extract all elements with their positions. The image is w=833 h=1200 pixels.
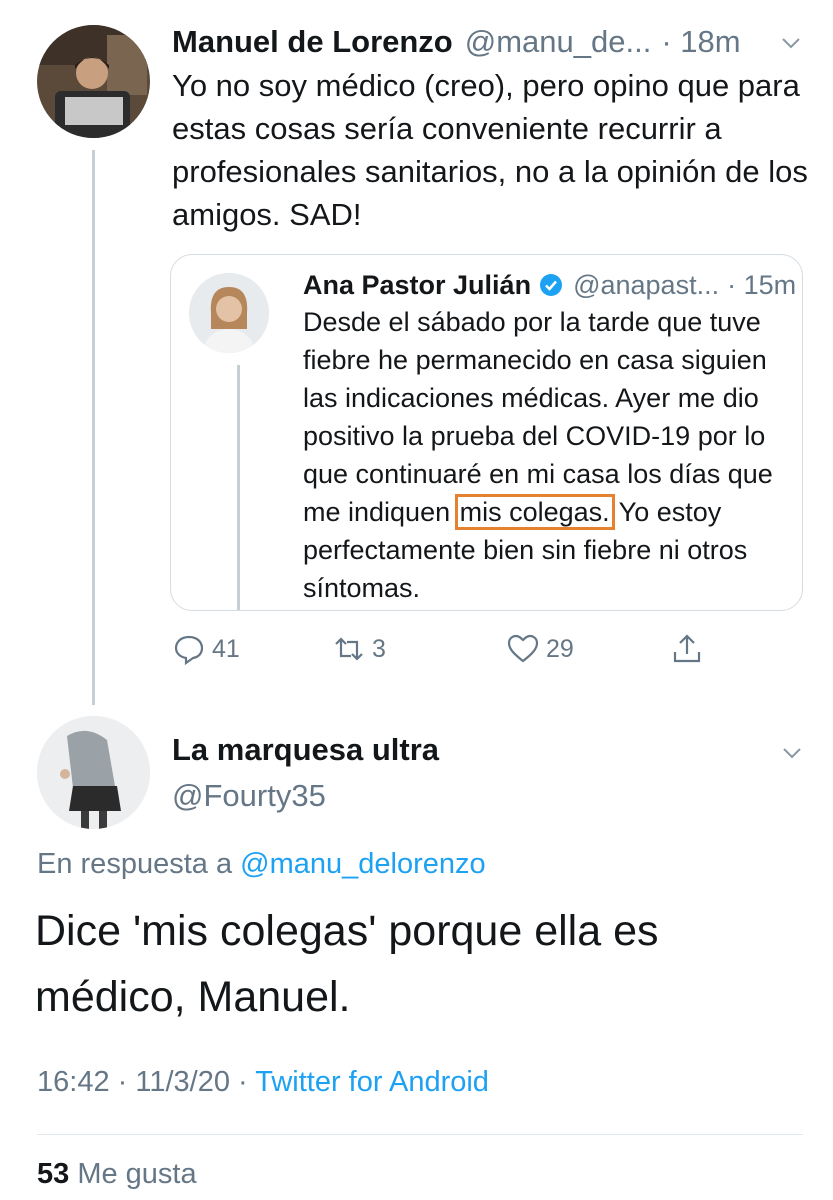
- quoted-header: Ana Pastor Julián @anapast... · 15m: [303, 265, 796, 305]
- reply-icon: [174, 635, 204, 666]
- tweet-text: Yo no soy médico (creo), pero opino que …: [172, 68, 808, 232]
- reply-meta: 16:42 · 11/3/20 · Twitter for Android: [37, 1066, 489, 1099]
- like-count: 29: [546, 634, 574, 663]
- quoted-text: Desde el sábado por la tarde que tuve fi…: [303, 303, 802, 607]
- highlighted-phrase: mis colegas.: [454, 494, 615, 530]
- reply-button[interactable]: 41: [172, 628, 240, 670]
- quoted-time: · 15m: [727, 269, 797, 300]
- tweet-time[interactable]: · 18m: [661, 24, 740, 60]
- reply-timestamp: 16:42 · 11/3/20 ·: [37, 1066, 248, 1098]
- retweet-icon: [335, 637, 363, 661]
- retweet-button[interactable]: 3: [332, 628, 386, 670]
- author-handle[interactable]: @manu_de...: [465, 24, 652, 60]
- chevron-down-icon[interactable]: [781, 742, 803, 764]
- source-link[interactable]: Twitter for Android: [255, 1066, 489, 1098]
- like-stat-label: Me gusta: [77, 1158, 197, 1190]
- quoted-thread-line: [237, 365, 240, 610]
- quoted-author-avatar: [189, 273, 269, 353]
- share-icon: [673, 634, 701, 663]
- author-avatar[interactable]: [37, 25, 150, 138]
- reply-text: Dice 'mis colegas' porque ella es médico…: [35, 907, 659, 1021]
- quoted-tweet[interactable]: Ana Pastor Julián @anapast... · 15m Desd…: [170, 254, 803, 611]
- reply-author-avatar[interactable]: [37, 716, 150, 829]
- reply-context: En respuesta a @manu_delorenzo: [37, 848, 486, 881]
- tweet-actions: 41 3 29: [170, 628, 730, 670]
- retweet-count: 3: [372, 634, 386, 663]
- like-stats[interactable]: 53 Me gusta: [37, 1158, 197, 1191]
- reply-mention-link[interactable]: @manu_delorenzo: [240, 848, 485, 880]
- quoted-author-handle: @anapast...: [573, 269, 720, 300]
- quoted-text-before: Desde el sábado por la tarde que tuve fi…: [303, 307, 773, 527]
- heart-icon: [507, 634, 539, 663]
- quoted-author-name: Ana Pastor Julián: [303, 269, 532, 300]
- thread-line: [92, 150, 95, 705]
- chevron-down-icon[interactable]: [780, 32, 802, 54]
- reply-prefix: En respuesta a: [37, 848, 233, 880]
- verified-badge-icon: [540, 274, 563, 296]
- reply-author-name[interactable]: La marquesa ultra: [172, 732, 439, 768]
- reply-count: 41: [212, 634, 240, 663]
- share-button[interactable]: [670, 628, 704, 670]
- like-button[interactable]: 29: [506, 628, 574, 670]
- divider: [37, 1134, 803, 1135]
- author-name[interactable]: Manuel de Lorenzo: [172, 24, 453, 60]
- like-stat-count: 53: [37, 1158, 70, 1190]
- tweet-header: Manuel de Lorenzo @manu_de... · 18m: [172, 20, 812, 64]
- reply-author-handle[interactable]: @Fourty35: [172, 778, 326, 814]
